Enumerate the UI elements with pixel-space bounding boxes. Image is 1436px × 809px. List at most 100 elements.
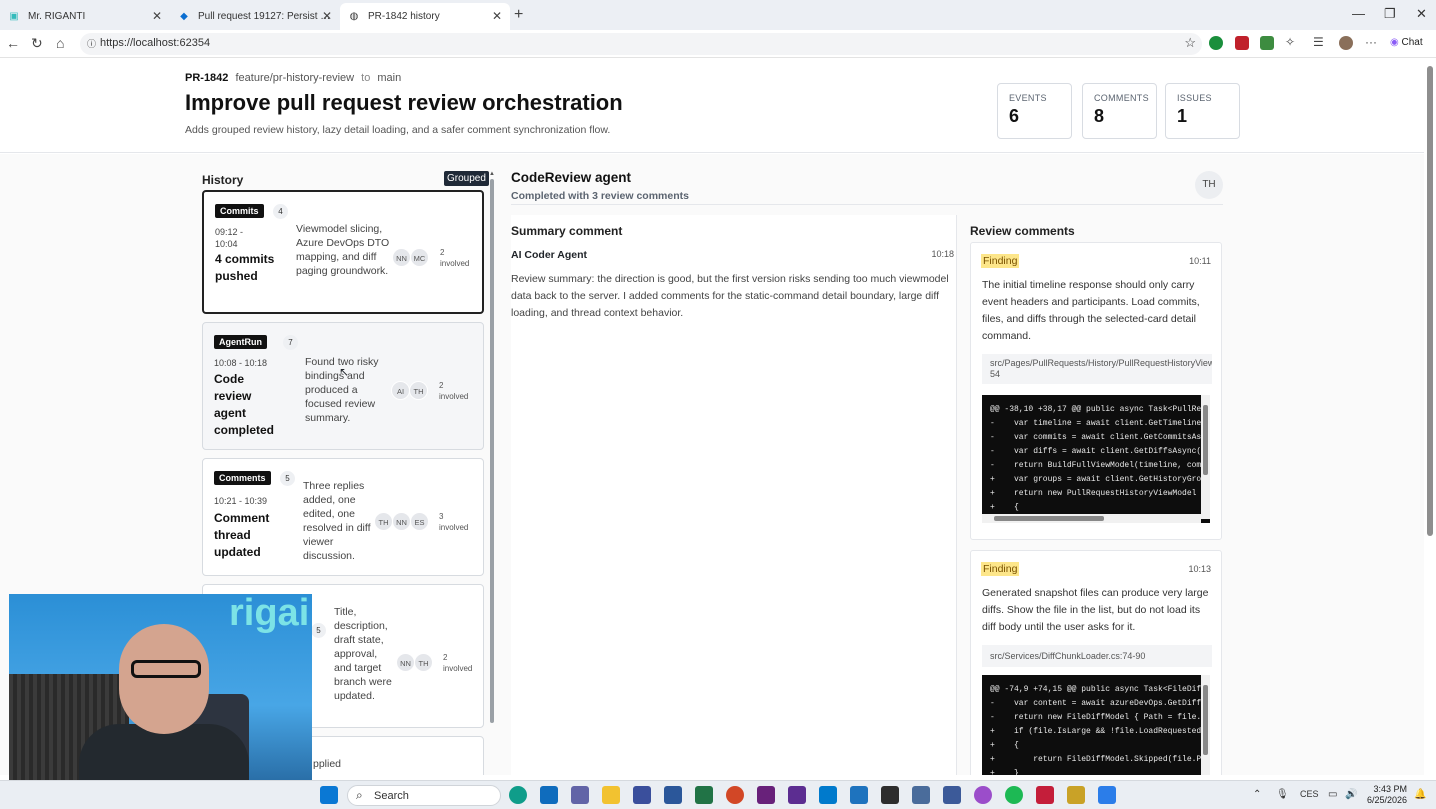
grouped-toggle[interactable]: Grouped bbox=[444, 171, 489, 186]
target-branch: main bbox=[377, 72, 402, 84]
close-tab-icon[interactable]: ✕ bbox=[152, 9, 162, 23]
taskbar: ⌕ Search ⌃ 🎙 CES ▭ 🔊 3:43 PM 6/25/2026 🔔 bbox=[0, 780, 1436, 809]
close-tab-icon[interactable]: ✕ bbox=[322, 9, 332, 23]
spotify-icon[interactable] bbox=[1005, 786, 1023, 804]
events-stat: EVENTS 6 bbox=[997, 83, 1072, 139]
code-horizontal-scrollbar[interactable] bbox=[982, 514, 1201, 523]
refresh-icon[interactable]: ↻ bbox=[31, 35, 43, 52]
more-options-icon[interactable]: ··· bbox=[1365, 35, 1377, 49]
outlook-icon[interactable] bbox=[540, 786, 558, 804]
pr-header: PR-1842 feature/pr-history-review to mai… bbox=[0, 59, 1424, 153]
extension-icon[interactable] bbox=[1209, 36, 1223, 50]
history-card-commits[interactable]: Commits 4 09:12 - 10:04 4 commits pushed… bbox=[202, 190, 484, 314]
browser-tab-strip: ▣ Mr. RIGANTI ✕ ◆ Pull request 19127: Pe… bbox=[0, 0, 1436, 30]
favorites-icon[interactable]: ☰ bbox=[1313, 35, 1324, 49]
app-icon[interactable] bbox=[633, 786, 651, 804]
scrollbar-thumb[interactable] bbox=[994, 516, 1104, 521]
site-info-icon[interactable]: ⓘ bbox=[87, 37, 96, 50]
vscode-icon[interactable] bbox=[819, 786, 837, 804]
visual-studio-preview-icon[interactable] bbox=[788, 786, 806, 804]
excel-icon[interactable] bbox=[695, 786, 713, 804]
involved-count: 3 involved bbox=[439, 512, 469, 532]
page-title: Improve pull request review orchestratio… bbox=[185, 90, 623, 115]
language-indicator[interactable]: CES bbox=[1300, 789, 1319, 799]
extension-icon[interactable] bbox=[1260, 36, 1274, 50]
card-summary: pplied bbox=[313, 758, 342, 770]
avatar: TH bbox=[1195, 171, 1223, 199]
avatar: NN bbox=[392, 248, 411, 267]
finding-time: 10:13 bbox=[1188, 564, 1211, 574]
scroll-up-icon[interactable]: ▲ bbox=[489, 171, 495, 177]
edge-icon[interactable] bbox=[509, 786, 527, 804]
involved-count: 2 involved bbox=[440, 248, 470, 268]
notifications-icon[interactable]: 🔔 bbox=[1414, 789, 1426, 800]
powerpoint-icon[interactable] bbox=[726, 786, 744, 804]
tray-overflow-icon[interactable]: ⌃ bbox=[1253, 789, 1261, 800]
to-label: to bbox=[361, 72, 371, 84]
chat-label: Chat bbox=[1401, 37, 1423, 48]
code-diff-block[interactable]: @@ -74,9 +74,15 @@ public async Task<Fil… bbox=[982, 675, 1210, 775]
detail-title: CodeReview agent bbox=[511, 170, 632, 185]
app-icon[interactable] bbox=[974, 786, 992, 804]
page-scrollbar[interactable] bbox=[1427, 66, 1433, 536]
browser-tab-riganti[interactable]: ▣ Mr. RIGANTI ✕ bbox=[0, 3, 170, 30]
scrollbar-thumb[interactable] bbox=[1203, 405, 1208, 475]
app-icon[interactable] bbox=[1036, 786, 1054, 804]
card-badge: Comments bbox=[214, 471, 271, 485]
history-card-comments[interactable]: Comments 5 10:21 - 10:39 Comment thread … bbox=[202, 458, 484, 576]
app-icon[interactable] bbox=[850, 786, 868, 804]
back-icon[interactable]: ← bbox=[6, 35, 20, 51]
globe-icon: ◍ bbox=[349, 11, 359, 22]
close-window-icon[interactable]: ✕ bbox=[1416, 6, 1427, 22]
history-card-agent-run[interactable]: AgentRun 7 10:08 - 10:18 Code review age… bbox=[202, 322, 484, 450]
word-icon[interactable] bbox=[664, 786, 682, 804]
app-icon[interactable] bbox=[943, 786, 961, 804]
network-icon[interactable]: ▭ bbox=[1328, 789, 1337, 800]
history-scrollbar[interactable]: ▲ bbox=[489, 171, 495, 723]
app-icon[interactable] bbox=[1098, 786, 1116, 804]
detail-panel: CodeReview agent Completed with 3 review… bbox=[511, 166, 1223, 775]
taskbar-clock[interactable]: 3:43 PM 6/25/2026 bbox=[1367, 784, 1407, 806]
restore-icon[interactable]: ❐ bbox=[1384, 6, 1396, 22]
finding-file-path[interactable]: src/Services/DiffChunkLoader.cs:74-90 bbox=[982, 645, 1212, 667]
finding-file-path[interactable]: src/Pages/PullRequests/History/PullReque… bbox=[982, 354, 1212, 384]
home-icon[interactable]: ⌂ bbox=[56, 35, 64, 51]
finding-tag: Finding bbox=[981, 562, 1020, 576]
teams-icon[interactable] bbox=[571, 786, 589, 804]
code-vertical-scrollbar[interactable] bbox=[1201, 395, 1210, 519]
extensions-puzzle-icon[interactable]: ✧ bbox=[1285, 35, 1295, 49]
extension-shield-icon[interactable] bbox=[1235, 36, 1249, 50]
favorite-star-icon[interactable]: ☆ bbox=[1184, 35, 1196, 51]
summary-text: Review summary: the direction is good, b… bbox=[511, 273, 949, 319]
url-input[interactable]: ⓘ https://localhost:62354 ☆ bbox=[80, 33, 1202, 55]
scrollbar-thumb[interactable] bbox=[490, 179, 494, 723]
file-explorer-icon[interactable] bbox=[602, 786, 620, 804]
card-count: 5 bbox=[311, 623, 326, 638]
browser-tab-history[interactable]: ◍ PR-1842 history ✕ bbox=[340, 3, 510, 30]
microphone-icon[interactable]: 🎙 bbox=[1276, 789, 1289, 800]
code-vertical-scrollbar[interactable] bbox=[1201, 675, 1210, 775]
clock-time: 3:43 PM bbox=[1373, 784, 1408, 794]
copilot-chat-button[interactable]: ◉ Chat bbox=[1390, 37, 1423, 48]
summary-time: 10:18 bbox=[931, 249, 954, 259]
avatar: TH bbox=[409, 381, 428, 400]
new-tab-button[interactable]: + bbox=[514, 6, 523, 24]
volume-icon[interactable]: 🔊 bbox=[1345, 789, 1357, 800]
terminal-icon[interactable] bbox=[881, 786, 899, 804]
close-tab-icon[interactable]: ✕ bbox=[492, 9, 502, 23]
windows-start-icon[interactable] bbox=[320, 786, 338, 804]
card-time: 09:12 - 10:04 bbox=[215, 227, 244, 249]
taskbar-search[interactable]: ⌕ Search bbox=[347, 785, 501, 806]
browser-tab-pull-request[interactable]: ◆ Pull request 19127: Persist agent d ✕ bbox=[170, 3, 340, 30]
visual-studio-icon[interactable] bbox=[757, 786, 775, 804]
pr-branch-line: PR-1842 feature/pr-history-review to mai… bbox=[185, 72, 401, 84]
code-diff-block[interactable]: @@ -38,10 +38,17 @@ public async Task<Pu… bbox=[982, 395, 1210, 523]
scrollbar-thumb[interactable] bbox=[1203, 685, 1208, 755]
app-icon[interactable] bbox=[1067, 786, 1085, 804]
minimize-icon[interactable]: — bbox=[1352, 6, 1365, 21]
avatar: AI bbox=[391, 381, 410, 400]
stat-value: 1 bbox=[1177, 106, 1188, 126]
card-title: 4 commits pushed bbox=[215, 252, 275, 283]
app-icon[interactable] bbox=[912, 786, 930, 804]
profile-avatar[interactable] bbox=[1339, 36, 1353, 50]
